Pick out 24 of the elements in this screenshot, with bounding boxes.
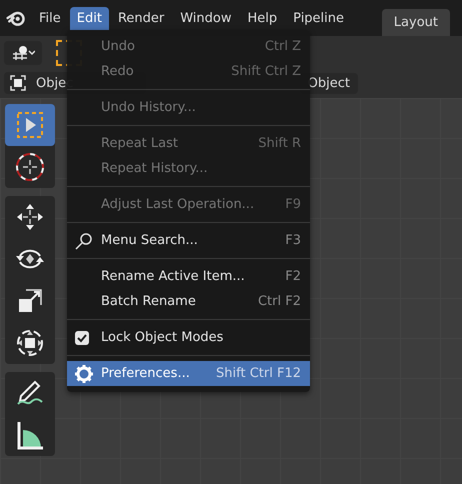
menu-item[interactable]: Menu Search... F3 [67,228,310,253]
menu-bar-item[interactable]: Pipeline [286,6,352,30]
menu-item[interactable]: Rename Active Item... F2 [67,264,310,289]
workspace-tab[interactable]: Layout [382,9,450,36]
crosshair-icon [15,152,45,182]
select-box-icon [17,112,43,138]
transform-icon [15,328,45,358]
tool-mode-button[interactable] [4,41,42,65]
menu-bar-item[interactable]: Help [240,6,284,30]
scale-icon [16,287,44,315]
ruler-angle-icon [15,420,45,450]
object-mode-icon [10,75,26,91]
tool-mode-icon [11,45,35,61]
menu-item[interactable]: Preferences... Shift Ctrl F12 [67,361,310,386]
move-arrows-icon [15,202,45,232]
menu-item[interactable]: Lock Object Modes [67,325,310,350]
menu-bar-item[interactable]: Edit [70,6,109,30]
menu-bar-item[interactable]: Window [173,6,238,30]
search-icon [75,232,93,250]
menu-bar-item[interactable]: Render [110,6,172,30]
menu-item[interactable]: Batch Rename Ctrl F2 [67,289,310,314]
gear-icon [75,364,93,382]
checkbox[interactable] [75,330,89,344]
menu-bar-item[interactable]: File [32,6,68,30]
